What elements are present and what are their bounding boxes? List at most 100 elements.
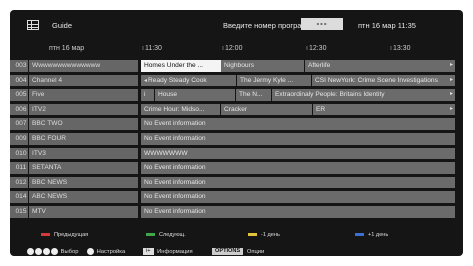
channel-name[interactable]: BBC FOUR	[29, 133, 138, 145]
time-tick: 12:30	[306, 45, 327, 52]
program-cell[interactable]: No Event information	[141, 118, 455, 130]
legend-yellow[interactable]: -1 день	[248, 232, 280, 238]
channel-row: 007 BBC TWO No Event information	[10, 118, 463, 130]
arrow-right-icon: ▸	[449, 91, 453, 98]
channel-name[interactable]: Channel 4	[29, 74, 138, 87]
program-title: The Jermy Kyle ...	[240, 76, 294, 84]
program-title: No Event information	[144, 193, 206, 201]
channel-row: 009 BBC FOUR No Event information	[10, 133, 463, 145]
channel-number[interactable]: 014	[10, 191, 28, 203]
channel-name[interactable]: BBC TWO	[29, 118, 138, 130]
program-cell[interactable]: No Event information	[141, 162, 455, 174]
setup-hint: Настройка	[87, 248, 125, 256]
program-title: No Event information	[144, 164, 206, 172]
program-cell[interactable]: i	[141, 89, 154, 101]
legend-label: Предыдущая	[54, 232, 89, 238]
program-cell[interactable]: Homes Under the ...	[141, 60, 221, 72]
program-title: Afterlife	[308, 62, 331, 69]
program-title: Homes Under the ...	[144, 62, 204, 69]
timeline: птн 16 мар 11:30 12:00 12:30 13:30	[10, 44, 463, 58]
epg-header: Guide Введите номер программы --- птн 16…	[10, 10, 463, 44]
program-title: Extraordinaly People: Britains Identity	[275, 91, 385, 99]
channel-name[interactable]: ABC NEWS	[29, 191, 138, 203]
program-cell[interactable]: No Event information	[141, 206, 455, 218]
channel-number[interactable]: 005	[10, 89, 28, 101]
program-title: Cracker	[224, 105, 248, 113]
program-title: ER	[316, 105, 326, 113]
channel-row: 015 MTV No Event information	[10, 206, 463, 218]
channel-number[interactable]: 011	[10, 162, 28, 174]
control-hints: Выбор Настройка i+ Информация OPTIONS Оп…	[10, 248, 463, 256]
channel-number[interactable]: 012	[10, 176, 28, 189]
program-cell[interactable]: Nighbours	[221, 60, 304, 72]
guide-icon	[27, 20, 39, 30]
select-hint: Выбор	[27, 248, 78, 256]
color-key-legend: Предыдущая Следующ. -1 день +1 день	[10, 232, 463, 242]
info-hint: i+ Информация	[143, 248, 193, 256]
channel-number[interactable]: 003	[10, 60, 28, 72]
channel-number[interactable]: 006	[10, 103, 28, 116]
program-title: Nighbours	[224, 62, 255, 69]
time-tick: 13:30	[390, 45, 411, 52]
program-cell[interactable]: The Jermy Kyle ...	[237, 74, 311, 87]
yellow-key-icon	[248, 233, 257, 237]
channel-name[interactable]: MTV	[29, 206, 138, 218]
arrow-right-icon: ▸	[449, 76, 453, 83]
program-cell[interactable]: ◂Ready Steady Cook	[141, 74, 236, 87]
program-cell[interactable]: No Event information	[141, 176, 455, 189]
arrow-right-icon: ▸	[449, 105, 453, 112]
program-cell[interactable]: WWWWWWW	[141, 147, 455, 160]
program-cell[interactable]: House	[155, 89, 235, 101]
legend-red[interactable]: Предыдущая	[41, 232, 88, 238]
program-title: CSI NewYork: Crime Scene Investigations	[315, 76, 438, 84]
legend-green[interactable]: Следующ.	[146, 232, 186, 238]
blue-key-icon	[355, 233, 364, 237]
channel-name[interactable]: BBC NEWS	[29, 176, 138, 189]
channel-row: 010 ITV3 WWWWWWW	[10, 147, 463, 160]
program-cell[interactable]: No Event information	[141, 191, 455, 203]
channel-name[interactable]: Five	[29, 89, 138, 101]
channel-name[interactable]: ITV2	[29, 103, 138, 116]
guide-title: Guide	[52, 21, 73, 30]
channel-number[interactable]: 015	[10, 206, 28, 218]
program-title: WWWWWWW	[144, 149, 188, 157]
program-cell[interactable]: Afterlife ▸	[305, 60, 455, 72]
channel-row: 014 ABC NEWS No Event information	[10, 191, 463, 203]
program-title: House	[158, 91, 178, 99]
time-tick: 12:00	[222, 45, 243, 52]
program-title: No Event information	[144, 120, 206, 128]
legend-label: -1 день	[261, 232, 280, 238]
program-cell[interactable]: The N...	[236, 89, 271, 101]
current-datetime: птн 16 мар 11:35	[358, 21, 416, 30]
program-cell[interactable]: Crime Hour: Midso...	[141, 103, 220, 116]
channel-row: 005 Five i House The N... Extraordinaly Peopl…	[10, 89, 463, 101]
info-label: Информация	[157, 249, 193, 256]
channel-row: 003 Wwwwwwwwwwwwww Homes Under the ... Nigh…	[10, 60, 463, 72]
channel-number[interactable]: 010	[10, 147, 28, 160]
program-title: Crime Hour: Midso...	[144, 105, 205, 113]
channel-number[interactable]: 009	[10, 133, 28, 145]
channel-number[interactable]: 007	[10, 118, 28, 130]
program-title: i	[144, 91, 146, 99]
date-label: птн 16 мар	[49, 45, 85, 52]
program-title: No Event information	[144, 208, 206, 215]
epg-panel: Guide Введите номер программы --- птн 16…	[10, 10, 463, 256]
arrow-up-button-icon	[35, 248, 42, 255]
channel-name[interactable]: SETANTA	[29, 162, 138, 174]
program-cell[interactable]: Extraordinaly People: Britains Identity ▸	[272, 89, 455, 101]
program-cell[interactable]: Cracker	[221, 103, 312, 116]
channel-row: 012 BBC NEWS No Event information	[10, 176, 463, 189]
channel-name[interactable]: Wwwwwwwwwwwwww	[29, 60, 138, 72]
program-cell[interactable]: No Event information	[141, 133, 455, 145]
program-cell[interactable]: CSI NewYork: Crime Scene Investigations ▸	[312, 74, 455, 87]
program-cell[interactable]: ER ▸	[313, 103, 455, 116]
channel-name[interactable]: ITV3	[29, 147, 138, 160]
legend-label: +1 день	[368, 232, 389, 238]
channel-row: 011 SETANTA No Event information	[10, 162, 463, 174]
legend-blue[interactable]: +1 день	[355, 232, 388, 238]
channel-number[interactable]: 004	[10, 74, 28, 87]
green-key-icon	[146, 233, 155, 237]
program-number-input[interactable]: ---	[301, 18, 343, 30]
red-key-icon	[41, 233, 50, 237]
channel-row: 006 ITV2 Crime Hour: Midso... Cracker ER ▸	[10, 103, 463, 116]
